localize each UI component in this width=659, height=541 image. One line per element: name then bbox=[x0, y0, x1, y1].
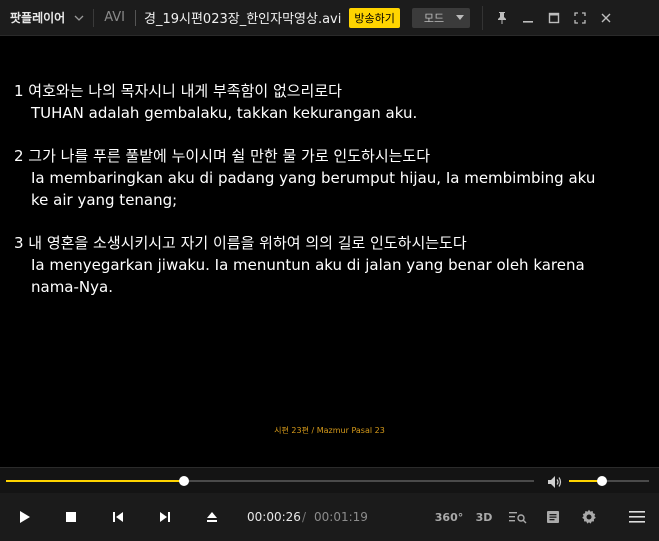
close-icon[interactable] bbox=[593, 5, 619, 31]
verse-indonesian: TUHAN adalah gembalaku, takkan kekuranga… bbox=[31, 104, 418, 122]
seek-handle[interactable] bbox=[178, 476, 189, 486]
3d-icon[interactable]: 3D bbox=[472, 505, 496, 529]
verse-1: 1 여호와는 나의 목자시니 내게 부족함이 없으리로다 TUHAN adala… bbox=[14, 80, 417, 124]
verse-indonesian: Ia membaringkan aku di padang yang berum… bbox=[31, 169, 596, 187]
current-time: 00:00:26 bbox=[247, 510, 301, 524]
title-divider-3 bbox=[481, 5, 483, 30]
mode-dropdown[interactable]: 모드 bbox=[411, 7, 470, 28]
stop-icon[interactable] bbox=[59, 505, 83, 529]
verse-korean: 2 그가 나를 푸른 풀밭에 누이시며 쉴 만한 물 가로 인도하시는도다 bbox=[14, 147, 431, 165]
mode-label: 모드 bbox=[423, 11, 445, 25]
broadcast-button[interactable]: 방송하기 bbox=[349, 7, 400, 28]
video-area[interactable]: 1 여호와는 나의 목자시니 내게 부족함이 없으리로다 TUHAN adala… bbox=[0, 37, 659, 467]
verse-2: 2 그가 나를 푸른 풀밭에 누이시며 쉴 만한 물 가로 인도하시는도다 Ia… bbox=[14, 145, 595, 211]
gear-icon[interactable] bbox=[577, 505, 601, 529]
verse-indonesian: ke air yang tenang; bbox=[31, 191, 178, 209]
time-separator: / bbox=[302, 510, 307, 524]
caret-down-icon bbox=[455, 14, 464, 20]
volume-handle[interactable] bbox=[596, 476, 607, 486]
file-title: 경_19시편023장_한인자막영상.avi bbox=[144, 12, 342, 27]
skip-previous-icon[interactable] bbox=[106, 505, 130, 529]
eject-icon[interactable] bbox=[200, 505, 224, 529]
verse-korean: 1 여호와는 나의 목자시니 내게 부족함이 없으리로다 bbox=[14, 82, 342, 100]
playlist-search-icon[interactable] bbox=[506, 505, 530, 529]
chapter-icon[interactable] bbox=[541, 505, 565, 529]
verse-indonesian: Ia menyegarkan jiwaku. Ia menuntun aku d… bbox=[31, 256, 585, 274]
volume-icon[interactable] bbox=[547, 474, 563, 488]
verse-3: 3 내 영혼을 소생시키시고 자기 이름을 위하여 의의 길로 인도하시는도다 … bbox=[14, 232, 585, 298]
format-label: AVI bbox=[104, 10, 125, 25]
3d-label: 3D bbox=[475, 510, 493, 524]
title-divider bbox=[93, 8, 95, 27]
volume-slider[interactable] bbox=[569, 476, 649, 486]
play-icon[interactable] bbox=[13, 505, 37, 529]
app-name[interactable]: 팟플레이어 bbox=[10, 9, 65, 26]
duration: 00:01:19 bbox=[314, 510, 368, 524]
maximize-icon[interactable] bbox=[541, 5, 567, 31]
skip-next-icon[interactable] bbox=[153, 505, 177, 529]
video-caption: 시편 23편 / Mazmur Pasal 23 bbox=[274, 426, 385, 435]
title-bar: 팟플레이어 AVI 경_19시편023장_한인자막영상.avi 방송하기 모드 bbox=[0, 0, 659, 36]
seek-bar[interactable] bbox=[6, 476, 534, 486]
hamburger-icon[interactable] bbox=[625, 505, 649, 529]
title-divider-2 bbox=[135, 9, 136, 26]
seek-bar-area bbox=[0, 467, 659, 493]
360-icon[interactable]: 360° bbox=[434, 505, 464, 529]
minimize-icon[interactable] bbox=[515, 5, 541, 31]
control-bar: 00:00:26 / 00:01:19 360° 3D bbox=[0, 493, 659, 541]
verse-korean: 3 내 영혼을 소생시키시고 자기 이름을 위하여 의의 길로 인도하시는도다 bbox=[14, 234, 467, 252]
pin-icon[interactable] bbox=[489, 5, 515, 31]
seek-progress bbox=[6, 480, 184, 482]
verse-indonesian: nama-Nya. bbox=[31, 278, 113, 296]
360-label: 360° bbox=[434, 510, 464, 524]
chevron-down-icon[interactable] bbox=[73, 12, 85, 24]
fullscreen-icon[interactable] bbox=[567, 5, 593, 31]
